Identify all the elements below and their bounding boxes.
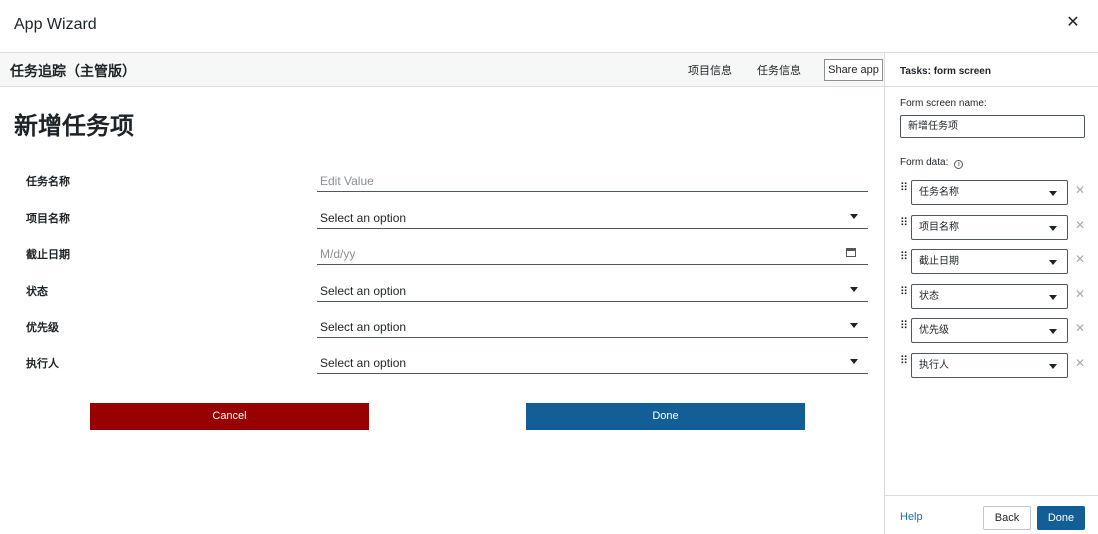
- remove-icon[interactable]: ✕: [1074, 183, 1086, 197]
- help-link[interactable]: Help: [900, 511, 923, 523]
- form-data-row: ⠿ 截止日期 ✕: [900, 249, 1090, 274]
- caret-down-icon: [850, 323, 858, 328]
- caret-down-icon: [1049, 191, 1057, 196]
- caret-down-icon: [850, 287, 858, 292]
- field-label-status: 状态: [26, 286, 48, 298]
- field-label-task-name: 任务名称: [26, 176, 70, 188]
- app-bar: 任务追踪（主管版） 项目信息 任务信息 Share app: [0, 53, 884, 87]
- back-button[interactable]: Back: [983, 506, 1031, 530]
- drag-handle-icon[interactable]: ⠿: [900, 251, 908, 263]
- field-label-priority: 优先级: [26, 322, 59, 334]
- remove-icon[interactable]: ✕: [1074, 218, 1086, 232]
- form-data-label: Form data:: [900, 157, 949, 168]
- due-date-input[interactable]: M/d/yy: [317, 241, 868, 265]
- form-data-value: 任务名称: [919, 187, 959, 198]
- form-data-select[interactable]: 截止日期: [911, 249, 1068, 274]
- nav-task-info[interactable]: 任务信息: [757, 62, 801, 78]
- field-label-project-name: 项目名称: [26, 213, 70, 225]
- wizard-header: App Wizard ✕: [0, 0, 1098, 53]
- share-app-button[interactable]: Share app: [824, 59, 883, 81]
- drag-handle-icon[interactable]: ⠿: [900, 182, 908, 194]
- caret-down-icon: [1049, 260, 1057, 265]
- caret-down-icon: [1049, 295, 1057, 300]
- form-data-select[interactable]: 执行人: [911, 353, 1068, 378]
- caret-down-icon: [1049, 329, 1057, 334]
- cancel-button[interactable]: Cancel: [90, 403, 369, 430]
- form-data-select[interactable]: 任务名称: [911, 180, 1068, 205]
- nav-project-info[interactable]: 项目信息: [688, 62, 732, 78]
- field-label-assignee: 执行人: [26, 358, 59, 370]
- assignee-value: Select an option: [320, 356, 407, 370]
- drag-handle-icon[interactable]: ⠿: [900, 320, 908, 332]
- form-data-value: 执行人: [919, 360, 949, 371]
- caret-down-icon: [1049, 364, 1057, 369]
- wizard-title: App Wizard: [14, 16, 97, 33]
- done-button[interactable]: Done: [526, 403, 805, 430]
- remove-icon[interactable]: ✕: [1074, 287, 1086, 301]
- screen-name-input[interactable]: 新增任务项: [900, 115, 1085, 138]
- form-data-value: 项目名称: [919, 222, 959, 233]
- remove-icon[interactable]: ✕: [1074, 356, 1086, 370]
- remove-icon[interactable]: ✕: [1074, 321, 1086, 335]
- form-data-heading: Form data: i: [900, 157, 964, 169]
- form-data-select[interactable]: 状态: [911, 284, 1068, 309]
- close-icon[interactable]: ✕: [1062, 12, 1084, 34]
- caret-down-icon: [850, 214, 858, 219]
- form-data-select[interactable]: 优先级: [911, 318, 1068, 343]
- screen-name-label: Form screen name:: [900, 98, 987, 109]
- calendar-icon[interactable]: [846, 248, 856, 257]
- form-data-row: ⠿ 执行人 ✕: [900, 353, 1090, 378]
- field-label-due-date: 截止日期: [26, 249, 70, 261]
- status-value: Select an option: [320, 284, 407, 298]
- form-data-row: ⠿ 状态 ✕: [900, 284, 1090, 309]
- project-name-value: Select an option: [320, 211, 407, 225]
- drag-handle-icon[interactable]: ⠿: [900, 355, 908, 367]
- priority-select[interactable]: Select an option: [317, 314, 868, 338]
- caret-down-icon: [850, 359, 858, 364]
- panel-done-button[interactable]: Done: [1037, 506, 1085, 530]
- app-preview: 任务追踪（主管版） 项目信息 任务信息 Share app 新增任务项 任务名称…: [0, 53, 884, 534]
- app-name: 任务追踪（主管版）: [10, 63, 136, 79]
- settings-panel: Tasks: form screen Form screen name: 新增任…: [884, 53, 1098, 534]
- form-data-row: ⠿ 任务名称 ✕: [900, 180, 1090, 205]
- task-name-placeholder: Edit Value: [320, 174, 374, 188]
- panel-footer: Help Back Done: [885, 495, 1098, 534]
- priority-value: Select an option: [320, 320, 407, 334]
- form-data-select[interactable]: 项目名称: [911, 215, 1068, 240]
- panel-title: Tasks: form screen: [900, 66, 991, 77]
- drag-handle-icon[interactable]: ⠿: [900, 217, 908, 229]
- form-data-value: 优先级: [919, 325, 949, 336]
- task-name-input[interactable]: Edit Value: [317, 168, 868, 192]
- form-data-value: 截止日期: [919, 256, 959, 267]
- project-name-select[interactable]: Select an option: [317, 205, 868, 229]
- remove-icon[interactable]: ✕: [1074, 252, 1086, 266]
- form-data-row: ⠿ 项目名称 ✕: [900, 215, 1090, 240]
- due-date-placeholder: M/d/yy: [320, 247, 356, 261]
- drag-handle-icon[interactable]: ⠿: [900, 286, 908, 298]
- panel-header: Tasks: form screen: [885, 53, 1098, 87]
- assignee-select[interactable]: Select an option: [317, 350, 868, 374]
- form-data-row: ⠿ 优先级 ✕: [900, 318, 1090, 343]
- info-icon[interactable]: i: [954, 160, 964, 169]
- caret-down-icon: [1049, 226, 1057, 231]
- status-select[interactable]: Select an option: [317, 278, 868, 302]
- form-data-value: 状态: [919, 291, 939, 302]
- screen-title: 新增任务项: [14, 113, 134, 140]
